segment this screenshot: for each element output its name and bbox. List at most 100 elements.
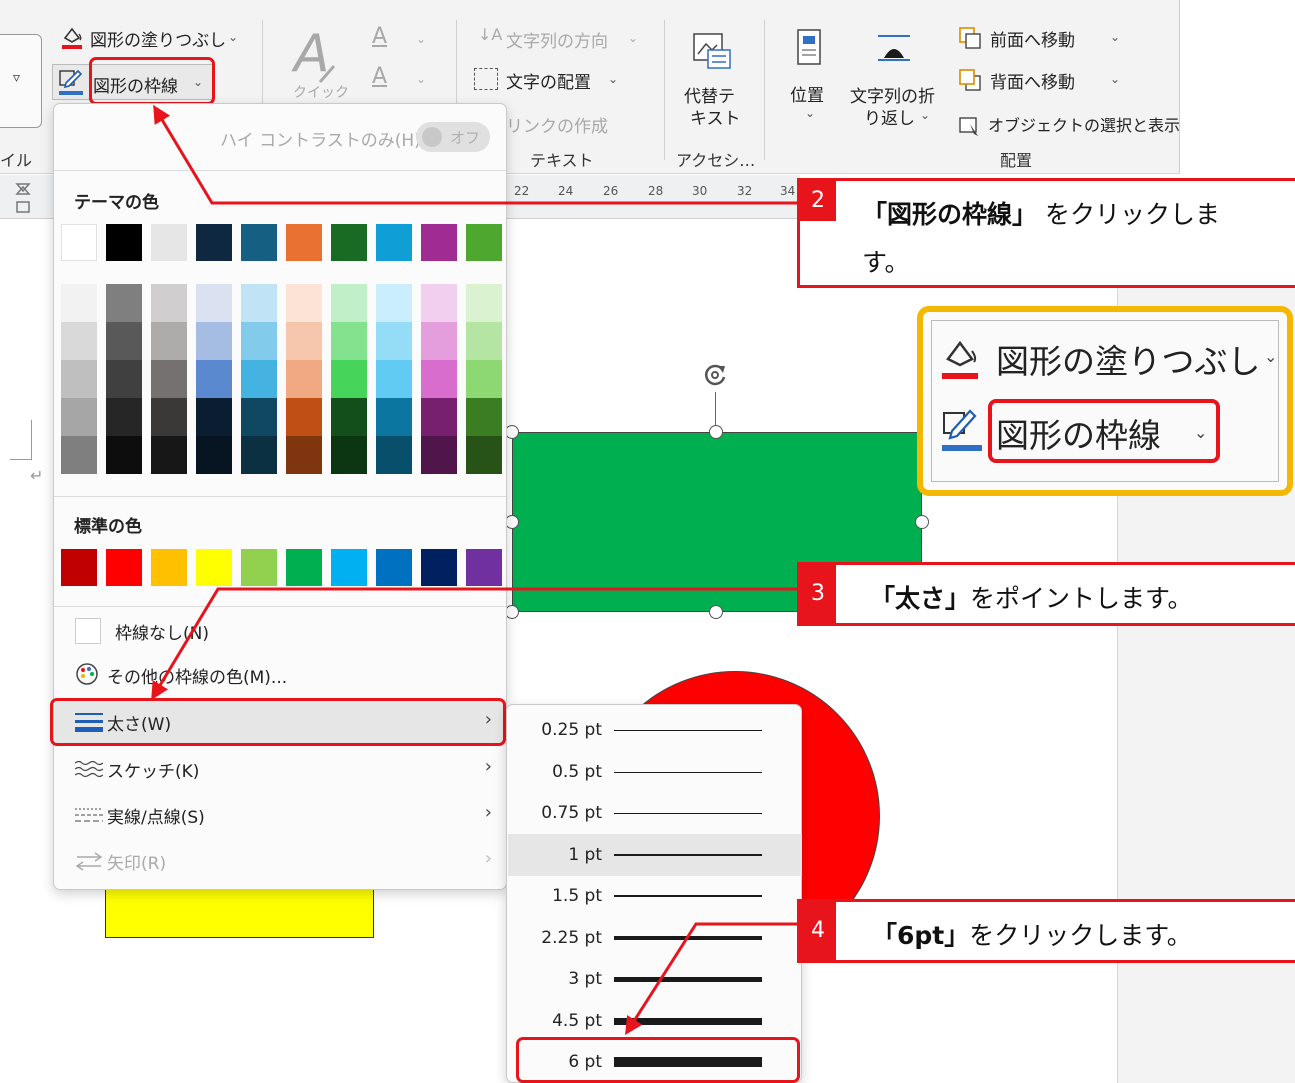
theme-color-swatch[interactable] <box>376 224 412 261</box>
theme-shade-swatch[interactable] <box>376 436 412 474</box>
standard-color-swatch[interactable] <box>106 549 142 586</box>
send-backward-button[interactable]: 背面へ移動 ⌄ <box>956 66 1136 96</box>
standard-color-swatch[interactable] <box>196 549 232 586</box>
text-direction-button[interactable]: ↓A 文字列の方向 ⌄ <box>476 25 646 55</box>
text-fill-button[interactable]: A ⌄ <box>372 24 432 54</box>
sketched-item[interactable]: スケッチ(K) › <box>55 747 506 791</box>
theme-shade-swatch[interactable] <box>61 398 97 436</box>
no-outline-item[interactable]: 枠線なし(N) <box>55 609 506 653</box>
position-button[interactable]: 位置 ⌄ <box>786 26 836 126</box>
theme-color-swatch[interactable] <box>421 224 457 261</box>
theme-shade-swatch[interactable] <box>331 284 367 322</box>
theme-shade-swatch[interactable] <box>331 398 367 436</box>
dashes-item[interactable]: 実線/点線(S) › <box>55 793 506 837</box>
theme-shade-swatch[interactable] <box>286 398 322 436</box>
rotate-handle-icon[interactable] <box>700 360 730 390</box>
theme-shade-swatch[interactable] <box>61 284 97 322</box>
theme-shade-swatch[interactable] <box>196 322 232 360</box>
theme-shade-swatch[interactable] <box>151 284 187 322</box>
theme-color-swatch[interactable] <box>61 224 97 261</box>
theme-shade-swatch[interactable] <box>376 398 412 436</box>
theme-shade-swatch[interactable] <box>241 360 277 398</box>
bring-forward-button[interactable]: 前面へ移動 ⌄ <box>956 24 1136 54</box>
standard-color-swatch[interactable] <box>241 549 277 586</box>
theme-shade-swatch[interactable] <box>466 322 502 360</box>
weight-option[interactable]: 1 pt <box>508 833 802 876</box>
theme-shade-swatch[interactable] <box>241 322 277 360</box>
standard-color-swatch[interactable] <box>151 549 187 586</box>
theme-color-swatch[interactable] <box>106 224 142 261</box>
theme-shade-swatch[interactable] <box>421 360 457 398</box>
weight-option[interactable]: 4.5 pt <box>508 1000 802 1042</box>
weight-option[interactable]: 0.75 pt <box>508 792 802 834</box>
theme-shade-swatch[interactable] <box>421 436 457 474</box>
weight-option[interactable]: 3 pt <box>508 958 802 1000</box>
theme-shade-swatch[interactable] <box>376 360 412 398</box>
theme-color-swatch[interactable] <box>196 224 232 261</box>
theme-color-swatch[interactable] <box>241 224 277 261</box>
theme-shade-swatch[interactable] <box>421 284 457 322</box>
theme-shade-swatch[interactable] <box>286 360 322 398</box>
theme-shade-swatch[interactable] <box>196 436 232 474</box>
theme-shade-swatch[interactable] <box>286 322 322 360</box>
theme-shade-swatch[interactable] <box>286 284 322 322</box>
resize-handle[interactable] <box>505 605 519 619</box>
create-link-button[interactable]: リンクの作成 <box>506 112 608 137</box>
theme-shade-swatch[interactable] <box>106 360 142 398</box>
theme-color-swatch[interactable] <box>466 224 502 261</box>
theme-shade-swatch[interactable] <box>331 322 367 360</box>
resize-handle[interactable] <box>709 605 723 619</box>
theme-shade-swatch[interactable] <box>331 360 367 398</box>
theme-shade-swatch[interactable] <box>196 360 232 398</box>
theme-shade-swatch[interactable] <box>241 284 277 322</box>
text-outline-button[interactable]: A ⌄ <box>372 64 432 94</box>
theme-shade-swatch[interactable] <box>151 360 187 398</box>
theme-color-swatch[interactable] <box>331 224 367 261</box>
theme-shade-swatch[interactable] <box>196 284 232 322</box>
theme-shade-swatch[interactable] <box>151 398 187 436</box>
alt-text-button[interactable]: 代替テ キスト <box>680 26 746 136</box>
weight-option[interactable]: 0.25 pt <box>508 709 802 751</box>
resize-handle[interactable] <box>915 515 929 529</box>
theme-shade-swatch[interactable] <box>61 322 97 360</box>
shape-styles-gallery-edge[interactable] <box>0 34 42 128</box>
theme-shade-swatch[interactable] <box>466 360 502 398</box>
theme-shade-swatch[interactable] <box>466 436 502 474</box>
theme-shade-swatch[interactable] <box>241 436 277 474</box>
shape-fill-button[interactable]: 図形の塗りつぶし ⌄ <box>56 24 246 54</box>
theme-color-swatch[interactable] <box>151 224 187 261</box>
theme-shade-swatch[interactable] <box>421 398 457 436</box>
theme-shade-swatch[interactable] <box>106 436 142 474</box>
indent-marker-icon[interactable] <box>14 182 32 218</box>
arrows-item[interactable]: 矢印(R) › <box>55 839 506 883</box>
standard-color-swatch[interactable] <box>331 549 367 586</box>
theme-shade-swatch[interactable] <box>331 436 367 474</box>
high-contrast-toggle[interactable]: オフ <box>416 122 490 152</box>
theme-shade-swatch[interactable] <box>151 436 187 474</box>
theme-shade-swatch[interactable] <box>241 398 277 436</box>
theme-shade-swatch[interactable] <box>106 322 142 360</box>
align-text-button[interactable]: 文字の配置 ⌄ <box>472 66 642 96</box>
theme-shade-swatch[interactable] <box>61 360 97 398</box>
theme-shade-swatch[interactable] <box>151 322 187 360</box>
theme-shade-swatch[interactable] <box>61 436 97 474</box>
weight-option[interactable]: 2.25 pt <box>508 917 802 959</box>
wrap-text-button[interactable]: 文字列の折 り返し ⌄ <box>846 26 946 129</box>
theme-shade-swatch[interactable] <box>376 284 412 322</box>
theme-shade-swatch[interactable] <box>421 322 457 360</box>
resize-handle[interactable] <box>709 425 723 439</box>
weight-option[interactable]: 0.5 pt <box>508 751 802 793</box>
theme-shade-swatch[interactable] <box>106 284 142 322</box>
standard-color-swatch[interactable] <box>466 549 502 586</box>
gallery-more-icon[interactable]: ▿ <box>13 70 20 86</box>
theme-color-swatch[interactable] <box>286 224 322 261</box>
standard-color-swatch[interactable] <box>61 549 97 586</box>
theme-shade-swatch[interactable] <box>376 322 412 360</box>
theme-shade-swatch[interactable] <box>466 284 502 322</box>
theme-shade-swatch[interactable] <box>466 398 502 436</box>
standard-color-swatch[interactable] <box>421 549 457 586</box>
more-outline-colors-item[interactable]: その他の枠線の色(M)... <box>55 653 506 697</box>
resize-handle[interactable] <box>505 425 519 439</box>
standard-color-swatch[interactable] <box>286 549 322 586</box>
selection-pane-button[interactable]: オブジェクトの選択と表示 <box>956 110 1180 140</box>
